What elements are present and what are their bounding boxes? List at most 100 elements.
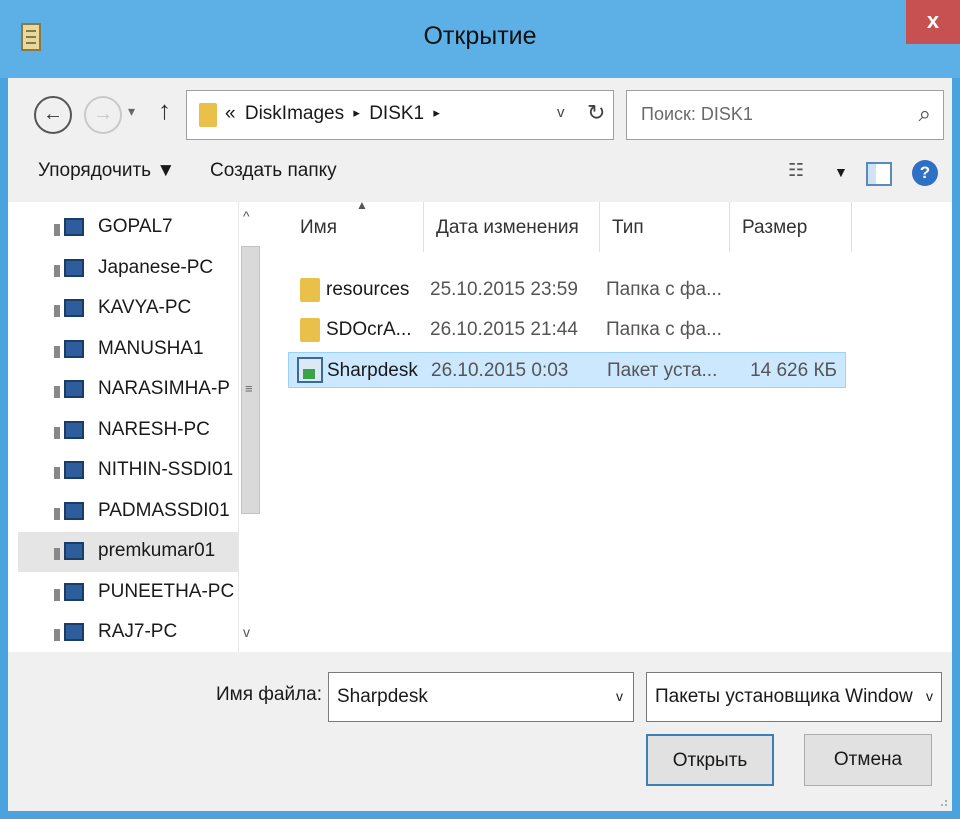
sidebar-item-computer[interactable]: PUNEETHA-PC — [18, 573, 238, 613]
computer-icon — [54, 461, 84, 479]
open-button[interactable]: Открыть — [646, 734, 774, 786]
sidebar-item-label: PUNEETHA-PC — [98, 580, 235, 602]
file-date: 26.10.2015 21:44 — [430, 319, 578, 340]
computer-icon — [54, 420, 84, 439]
help-icon[interactable]: ? — [912, 160, 938, 186]
installer-package-icon — [297, 357, 323, 383]
computer-icon — [54, 582, 84, 601]
folder-icon — [300, 278, 320, 302]
refresh-icon[interactable]: ↻ — [587, 100, 605, 126]
file-row[interactable]: resources 25.10.2015 23:59 Папка с фа... — [288, 272, 846, 308]
sidebar-item-label: MANUSHA1 — [98, 337, 204, 359]
file-type: Папка с фа... — [606, 279, 722, 300]
sidebar-item-computer[interactable]: premkumar01 — [18, 532, 238, 572]
search-icon[interactable]: ⌕ — [919, 101, 931, 127]
dialog-client: ← → ▾ ↑ « DiskImages ▸ DISK1 ▸ v ↻ Поиск… — [8, 78, 952, 811]
computer-icon — [54, 218, 84, 236]
filetype-value: Пакеты установщика Window — [655, 686, 913, 707]
filename-value: Sharpdesk — [337, 686, 428, 707]
title-bar: Открытие x — [0, 0, 960, 78]
folder-icon — [300, 318, 320, 342]
breadcrumb-overflow[interactable]: « — [225, 103, 236, 124]
breadcrumb-separator-icon[interactable]: ▸ — [433, 105, 440, 120]
column-label-size: Размер — [742, 217, 808, 238]
sidebar-item-label: NITHIN-SSDI01 — [98, 459, 234, 480]
computer-icon — [54, 542, 84, 560]
breadcrumb-separator-icon[interactable]: ▸ — [353, 105, 360, 120]
column-label-type: Тип — [612, 217, 644, 238]
navigation-pane: RAJ7-PC PUNEETHA-PC premkumar01 PADMASSDI01… — [8, 202, 264, 652]
nav-scrollbar[interactable]: ^ ≡ v — [238, 202, 262, 652]
file-date: 25.10.2015 23:59 — [430, 279, 578, 300]
computer-icon — [54, 299, 84, 317]
sidebar-item-label: PADMASSDI01 — [98, 499, 230, 521]
sidebar-item-computer[interactable]: MANUSHA1 — [18, 330, 238, 370]
forward-arrow-icon[interactable]: → — [84, 96, 122, 134]
scroll-down-icon[interactable]: v — [243, 624, 250, 640]
column-header-date[interactable]: Дата изменения — [424, 202, 600, 252]
computer-icon — [54, 339, 84, 358]
recent-locations-chevron-icon[interactable]: ▾ — [128, 103, 135, 120]
file-size: 14 626 КБ — [750, 360, 837, 381]
scroll-thumb[interactable]: ≡ — [241, 246, 260, 514]
preview-pane-icon[interactable] — [866, 162, 892, 186]
change-view-icon[interactable]: ☷ — [788, 160, 804, 181]
sidebar-item-computer[interactable]: NITHIN-SSDI01 — [18, 451, 238, 491]
browser-body: RAJ7-PC PUNEETHA-PC premkumar01 PADMASSDI01… — [8, 198, 952, 652]
address-bar[interactable]: « DiskImages ▸ DISK1 ▸ v ↻ — [186, 90, 614, 140]
sidebar-item-label: Japanese-PC — [98, 256, 214, 278]
organize-button[interactable]: Упорядочить ▼ — [38, 160, 175, 182]
breadcrumb: « DiskImages ▸ DISK1 ▸ — [225, 103, 444, 125]
sidebar-item-computer[interactable]: RAJ7-PC — [18, 613, 238, 653]
file-name: resources — [326, 279, 410, 300]
file-list: ▲ Имя Дата изменения Тип Размер resource… — [270, 198, 952, 652]
filename-field[interactable]: Sharpdesk v — [328, 672, 634, 722]
address-dropdown-icon[interactable]: v — [557, 104, 565, 121]
scroll-up-icon[interactable]: ^ — [243, 208, 250, 224]
scroll-grip-icon: ≡ — [245, 381, 253, 396]
file-type: Папка с фа... — [606, 319, 722, 340]
filetype-select[interactable]: Пакеты установщика Window v — [646, 672, 942, 722]
folder-icon — [199, 103, 217, 127]
filename-dropdown-icon[interactable]: v — [616, 688, 623, 704]
computer-icon — [54, 380, 84, 398]
up-arrow-icon[interactable]: ↑ — [158, 95, 171, 126]
column-header-size[interactable]: Размер — [730, 202, 852, 252]
resize-grip-icon[interactable] — [936, 795, 948, 807]
command-toolbar: Упорядочить ▼ Создать папку ☷ ▼ ? — [8, 148, 952, 200]
open-dialog: Открытие x ← → ▾ ↑ « DiskImages ▸ DISK1 … — [0, 0, 960, 819]
sidebar-item-computer[interactable]: GOPAL7 — [18, 208, 238, 248]
sidebar-item-label: NARASIMHA-P — [98, 378, 230, 399]
filetype-dropdown-icon[interactable]: v — [926, 688, 933, 704]
sidebar-item-computer[interactable]: NARASIMHA-P — [18, 370, 238, 410]
breadcrumb-disk1[interactable]: DISK1 — [369, 103, 424, 124]
file-row[interactable]: Sharpdesk 26.10.2015 0:03 Пакет уста... 14 … — [288, 352, 846, 388]
computer-icon — [54, 501, 84, 520]
column-label-date: Дата изменения — [436, 217, 579, 238]
search-placeholder: Поиск: DISK1 — [641, 104, 753, 124]
column-header-name[interactable]: ▲ Имя — [288, 198, 424, 252]
window-title: Открытие — [423, 22, 537, 50]
sidebar-item-label: RAJ7-PC — [98, 621, 178, 642]
view-options-dropdown-icon[interactable]: ▼ — [834, 164, 848, 180]
breadcrumb-diskimages[interactable]: DiskImages — [245, 103, 344, 124]
search-input[interactable]: Поиск: DISK1 ⌕ — [626, 90, 944, 140]
file-date: 26.10.2015 0:03 — [431, 360, 569, 381]
column-header-type[interactable]: Тип — [600, 202, 730, 252]
sidebar-item-computer[interactable]: PADMASSDI01 — [18, 492, 238, 532]
file-name: Sharpdesk — [327, 360, 418, 381]
file-row[interactable]: SDOcrA... 26.10.2015 21:44 Папка с фа... — [288, 312, 846, 348]
sidebar-item-label: premkumar01 — [98, 540, 216, 561]
back-arrow-icon[interactable]: ← — [34, 96, 72, 134]
sidebar-item-computer[interactable]: Japanese-PC — [18, 249, 238, 289]
close-button[interactable]: x — [906, 0, 960, 44]
sidebar-item-label: KAVYA-PC — [98, 297, 192, 318]
cancel-button[interactable]: Отмена — [804, 734, 932, 786]
file-name: SDOcrA... — [326, 319, 412, 340]
sidebar-item-label: NARESH-PC — [98, 418, 210, 440]
column-label-name: Имя — [300, 217, 338, 238]
computer-icon — [54, 623, 84, 641]
sidebar-item-computer[interactable]: KAVYA-PC — [18, 289, 238, 329]
sidebar-item-computer[interactable]: NARESH-PC — [18, 411, 238, 451]
new-folder-button[interactable]: Создать папку — [210, 160, 337, 182]
